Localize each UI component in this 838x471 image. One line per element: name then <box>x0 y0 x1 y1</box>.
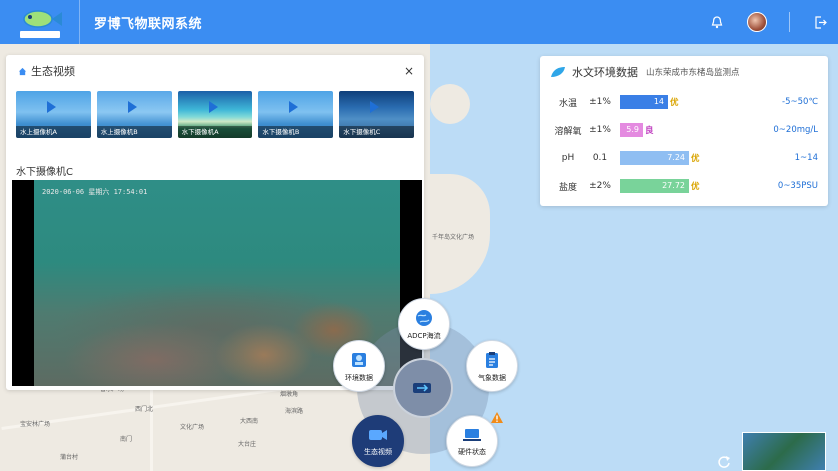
metric-value: 7.24 <box>667 153 685 162</box>
play-icon <box>289 101 299 113</box>
eco-video-button[interactable]: 生态视频 <box>352 415 404 467</box>
thumbnail-label: 水下摄像机B <box>258 126 334 138</box>
map-poi: 蒲台村 <box>60 454 79 461</box>
metric-accuracy: 0.1 <box>592 153 608 163</box>
app-title: 罗博飞物联网系统 <box>94 16 203 32</box>
metric-value-bar: 27.72 <box>620 179 689 193</box>
header-actions <box>709 0 828 44</box>
metric-grade: 优 <box>670 98 679 108</box>
camera-thumbnail[interactable]: 水上摄像机A <box>16 91 91 138</box>
metric-range: 0~35PSU <box>777 181 818 191</box>
environment-label: 环境数据 <box>345 373 373 382</box>
hydro-row: 水温 ±1% 14 优 -5~50℃ <box>540 93 828 111</box>
device-icon <box>413 383 431 393</box>
map-poi: 宝安林广场 <box>20 421 51 428</box>
globe-icon <box>416 309 432 326</box>
adcp-current-button[interactable]: ADCP海流 <box>398 298 450 350</box>
fish-logo-icon <box>19 10 62 38</box>
map-poi: 南门 <box>120 436 133 443</box>
logout-icon[interactable] <box>812 14 828 30</box>
map-poi: 千年岛文化广场 <box>432 234 475 241</box>
thumbnail-label: 水下摄像机A <box>177 126 253 138</box>
video-timestamp: 2020-06-06 星期六 17:54:01 <box>42 188 148 196</box>
hydrology-panel: 水文环境数据 山东荣成市东楮岛监测点 水温 ±1% 14 优 -5~50℃ 溶解氧 ±1% 5… <box>540 56 828 206</box>
map-poi: 文化广场 <box>180 424 205 431</box>
current-camera-label: 水下摄像机C <box>16 167 73 178</box>
panel-title: 生态视频 <box>31 65 75 78</box>
map-road <box>150 389 153 471</box>
metric-grade: 优 <box>691 154 700 164</box>
play-icon <box>208 101 218 113</box>
warning-icon[interactable] <box>491 412 503 423</box>
hydro-row: pH 0.1 7.24 优 1~14 <box>540 149 828 167</box>
metric-value: 5.9 <box>626 125 639 134</box>
thumbnail-label: 水上摄像机B <box>96 126 172 138</box>
camera-thumbnail-list: 水上摄像机A 水上摄像机B 水下摄像机A 水下摄像机B 水下摄像机C <box>6 87 424 138</box>
map-land-island <box>430 84 470 124</box>
camera-thumbnail[interactable]: 水下摄像机B <box>258 91 334 138</box>
metric-accuracy: ±1% <box>589 97 611 107</box>
hydro-row: 溶解氧 ±1% 5.9 良 0~20mg/L <box>540 121 828 139</box>
metric-name: 水温 <box>558 98 577 109</box>
metric-accuracy: ±1% <box>589 125 611 135</box>
thumbnail-label: 水上摄像机A <box>16 126 91 138</box>
thumbnail-label: 水下摄像机C <box>339 126 414 138</box>
environment-icon <box>352 352 366 367</box>
metric-value: 14 <box>653 97 664 106</box>
close-icon[interactable]: × <box>404 64 414 78</box>
eco-video-label: 生态视频 <box>364 447 392 456</box>
clipboard-icon <box>486 351 498 368</box>
metric-name: 溶解氧 <box>554 126 582 137</box>
map-poi: 大西南 <box>240 418 259 425</box>
metric-value-bar: 14 <box>620 95 668 109</box>
camera-thumbnail[interactable]: 水上摄像机B <box>96 91 172 138</box>
leaf-icon <box>551 67 565 77</box>
camera-thumbnail[interactable]: 水下摄像机A <box>177 91 253 138</box>
panel-header: 水文环境数据 山东荣成市东楮岛监测点 <box>540 56 828 88</box>
metric-accuracy: ±2% <box>589 181 611 191</box>
satellite-minimap[interactable] <box>742 432 826 471</box>
play-icon <box>47 101 56 113</box>
bell-icon[interactable] <box>709 14 725 30</box>
radial-menu-center[interactable] <box>393 358 453 418</box>
weather-data-button[interactable]: 气象数据 <box>466 340 518 392</box>
laptop-icon <box>463 428 481 441</box>
metric-name: 盐度 <box>558 182 577 193</box>
metric-value-bar: 5.9 <box>620 123 643 137</box>
play-icon <box>127 101 137 113</box>
adcp-label: ADCP海流 <box>407 331 441 340</box>
camera-thumbnail-selected[interactable]: 水下摄像机C <box>339 91 414 138</box>
metric-grade: 良 <box>645 126 654 136</box>
map-poi: 海滨路 <box>285 408 304 415</box>
hardware-label: 硬件状态 <box>458 447 486 456</box>
refresh-icon[interactable] <box>717 454 731 468</box>
map-poi: 西门北 <box>135 406 154 413</box>
avatar[interactable] <box>747 12 767 32</box>
panel-title: 水文环境数据 <box>572 66 638 79</box>
metric-range: 0~20mg/L <box>773 125 818 135</box>
panel-header: 生态视频 <box>6 55 424 87</box>
metric-value-bar: 7.24 <box>620 151 689 165</box>
camera-icon <box>369 429 387 440</box>
hydro-row: 盐度 ±2% 27.72 优 0~35PSU <box>540 177 828 195</box>
weather-label: 气象数据 <box>478 373 506 382</box>
home-icon <box>18 67 27 75</box>
map-poi: 大台庄 <box>238 441 257 448</box>
metric-value: 27.72 <box>662 181 685 190</box>
environment-data-button[interactable]: 环境数据 <box>333 340 385 392</box>
header-divider <box>789 12 790 32</box>
metric-range: 1~14 <box>794 153 818 163</box>
map-poi: 烟墩角 <box>280 391 299 398</box>
app-logo[interactable] <box>0 0 80 44</box>
top-header: 罗博飞物联网系统 <box>0 0 838 44</box>
monitoring-location: 山东荣成市东楮岛监测点 <box>646 68 740 78</box>
metric-range: -5~50℃ <box>782 97 818 107</box>
play-icon <box>370 101 380 113</box>
metric-name: pH <box>561 153 575 163</box>
metric-grade: 优 <box>691 182 700 192</box>
